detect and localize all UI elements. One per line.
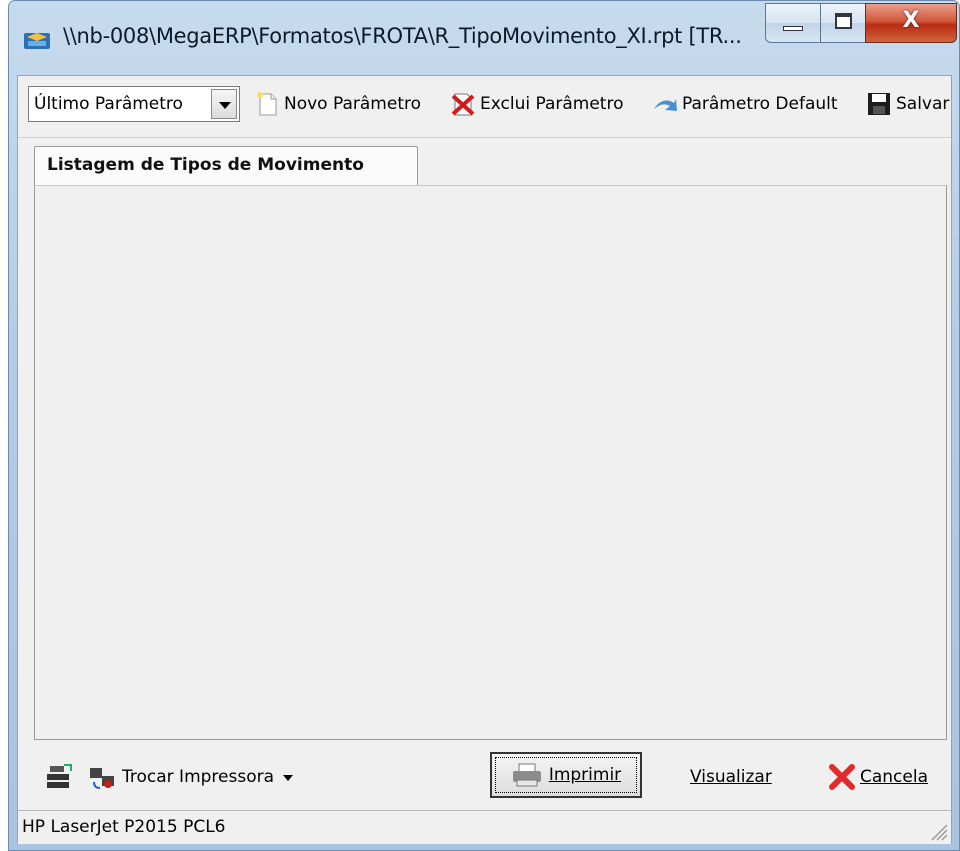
default-parameter-label: Parâmetro Default [682,94,838,114]
new-parameter-button[interactable]: Novo Parâmetro [254,89,421,119]
app-icon [24,33,50,49]
save-button[interactable]: Salvar [866,89,949,119]
red-x-icon [829,764,855,790]
maximize-button[interactable] [820,3,866,43]
print-button[interactable]: Imprimir [490,752,642,798]
default-arrow-icon [654,99,677,111]
printer-settings-button[interactable] [44,762,74,792]
default-parameter-button[interactable]: Parâmetro Default [652,89,838,119]
print-button-focus: Imprimir [495,757,637,793]
report-window: \\nb-008\MegaERP\Formatos\FROTA\R_TipoMo… [8,0,960,851]
print-label: Imprimir [548,765,622,785]
tab-label: Listagem de Tipos de Movimento [47,155,364,175]
maximize-icon [835,13,852,29]
status-bar: HP LaserJet P2015 PCL6 [18,810,951,844]
preview-button[interactable]: Visualizar [690,762,772,792]
tab-panel [34,185,947,740]
printer-swap-icon [90,768,114,789]
save-label: Salvar [896,94,950,114]
minimize-button[interactable] [765,3,821,43]
chevron-down-icon[interactable] [211,89,237,119]
printer-name: HP LaserJet P2015 PCL6 [22,817,226,837]
resize-grip-icon[interactable] [931,824,949,842]
parameter-select[interactable]: Último Parâmetro [28,86,240,122]
cancel-label: Cancela [860,767,929,787]
delete-parameter-label: Exclui Parâmetro [480,94,624,114]
new-parameter-label: Novo Parâmetro [284,94,421,114]
close-icon: X [902,8,920,33]
toolbar: Último Parâmetro Novo Parâmetro Exclui P… [18,76,951,138]
preview-label: Visualizar [690,767,772,787]
client-area: Último Parâmetro Novo Parâmetro Exclui P… [17,75,952,844]
printer-settings-icon [47,764,72,788]
minimize-icon [783,26,803,31]
window-title: \\nb-008\MegaERP\Formatos\FROTA\R_TipoMo… [63,24,742,48]
delete-parameter-button[interactable]: Exclui Parâmetro [450,89,624,119]
floppy-save-icon [868,93,890,115]
change-printer-label: Trocar Impressora [122,767,275,787]
document-new-icon [257,92,277,116]
printer-icon [512,763,541,787]
close-button[interactable]: X [865,3,957,43]
cancel-button[interactable]: Cancela [828,762,928,792]
delete-x-icon [451,93,475,116]
change-printer-button[interactable]: Trocar Impressora [88,762,296,792]
title-bar[interactable]: \\nb-008\MegaERP\Formatos\FROTA\R_TipoMo… [9,1,959,75]
dropdown-arrow-icon[interactable] [280,769,296,785]
tab-listagem[interactable]: Listagem de Tipos de Movimento [34,146,418,186]
parameter-select-value: Último Parâmetro [34,94,183,114]
